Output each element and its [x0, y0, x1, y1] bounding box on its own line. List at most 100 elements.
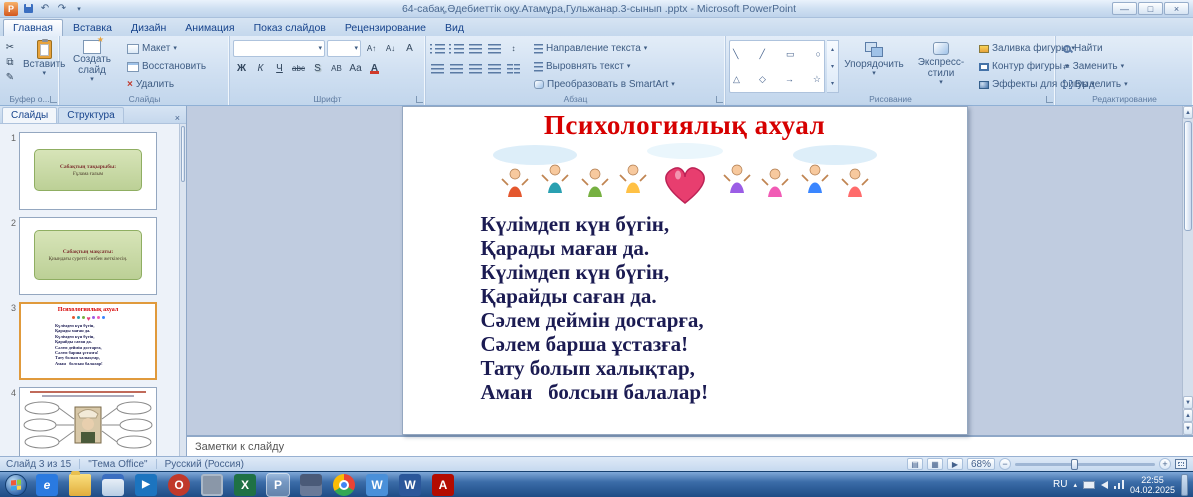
powerpoint-taskbar-icon[interactable]: P	[267, 474, 289, 496]
grow-font-button[interactable]: А↑	[363, 40, 380, 57]
undo-icon[interactable]: ↶	[38, 2, 52, 16]
strikethrough-button[interactable]: abc	[290, 60, 307, 77]
shape-line-icon[interactable]: ╲	[733, 49, 738, 59]
slide[interactable]: Психологиялық ахуал	[402, 106, 968, 435]
save-icon[interactable]	[21, 2, 35, 16]
notes-pane[interactable]: Заметки к слайду	[187, 435, 1193, 456]
font-name-combo[interactable]: ▾	[233, 40, 325, 57]
normal-view-icon[interactable]: ▤	[907, 458, 923, 470]
tab-slides[interactable]: Слайды	[2, 107, 57, 123]
gallery-more-icon[interactable]: ▾	[827, 75, 838, 92]
gallery-up-icon[interactable]: ▴	[827, 41, 838, 58]
shape-arrow-icon[interactable]: →	[785, 74, 794, 84]
tab-outline[interactable]: Структура	[58, 107, 123, 123]
window-app-icon[interactable]	[102, 474, 124, 496]
panel-scrollbar[interactable]	[179, 124, 186, 456]
show-desktop-button[interactable]	[1181, 474, 1188, 496]
font-dialog-launcher-icon[interactable]	[416, 96, 423, 103]
tab-design[interactable]: Дизайн	[122, 20, 175, 36]
shape-triangle-icon[interactable]: △	[733, 74, 740, 84]
shape-line2-icon[interactable]: ╱	[759, 49, 764, 59]
shape-diamond-icon[interactable]: ◇	[759, 74, 766, 84]
acrobat-icon[interactable]: A	[432, 474, 454, 496]
zoom-level[interactable]: 68%	[967, 458, 995, 470]
copy-button[interactable]: ⧉	[3, 55, 17, 69]
app-icon[interactable]	[201, 474, 223, 496]
tab-home[interactable]: Главная	[3, 19, 63, 36]
font-color-button[interactable]: А	[366, 60, 383, 77]
volume-icon[interactable]	[1101, 481, 1108, 489]
language-indicator[interactable]: Русский (Россия)	[165, 459, 244, 470]
clipboard-dialog-launcher-icon[interactable]	[50, 96, 57, 103]
tab-animation[interactable]: Анимация	[176, 20, 243, 36]
shrink-font-button[interactable]: А↓	[382, 40, 399, 57]
tab-insert[interactable]: Вставка	[64, 20, 121, 36]
align-left-button[interactable]	[429, 60, 446, 77]
font-size-combo[interactable]: ▾	[327, 40, 361, 57]
reset-slide-button[interactable]: Восстановить	[123, 58, 210, 75]
start-button[interactable]	[5, 474, 27, 496]
shapes-gallery[interactable]: ╲ ╱ ▭ ○ △ ◇ → ☆	[729, 40, 825, 93]
thumbnail-canvas[interactable]: Сабақтың тақырыбы: Ғұлама ғалым	[19, 132, 157, 210]
shape-ellipse-icon[interactable]: ○	[816, 49, 821, 59]
clock[interactable]: 22:55 04.02.2025	[1130, 475, 1175, 495]
slide-thumbnail-3-selected[interactable]: 3 Психологиялық ахуал ♥ Күлімдеп күн бүг…	[4, 302, 177, 380]
shape-rectangle-icon[interactable]: ▭	[786, 49, 795, 59]
powerpoint-logo-icon[interactable]: P	[4, 2, 18, 16]
cut-button[interactable]: ✂	[3, 40, 17, 54]
layout-button[interactable]: Макет ▾	[123, 40, 210, 57]
redo-icon[interactable]: ↷	[55, 2, 69, 16]
align-right-button[interactable]	[467, 60, 484, 77]
paragraph-dialog-launcher-icon[interactable]	[716, 96, 723, 103]
shape-star-icon[interactable]: ☆	[813, 74, 821, 84]
scroll-down-icon[interactable]: ▼	[1183, 396, 1193, 409]
qat-customize-chevron-icon[interactable]: ▾	[72, 2, 86, 16]
tab-review[interactable]: Рецензирование	[336, 20, 435, 36]
zoom-slider[interactable]	[1015, 463, 1155, 466]
quick-styles-button[interactable]: Экспресс-стили ▾	[909, 40, 973, 93]
language-badge[interactable]: RU	[1053, 479, 1067, 490]
numbering-button[interactable]	[448, 40, 465, 57]
panel-scrollbar-thumb[interactable]	[181, 126, 185, 182]
zoom-slider-thumb[interactable]	[1071, 459, 1078, 470]
word-icon[interactable]: W	[399, 474, 421, 496]
panel-close-icon[interactable]: ×	[171, 113, 184, 123]
underline-button[interactable]: Ч	[271, 60, 288, 77]
close-button[interactable]: ×	[1164, 2, 1189, 15]
tab-slideshow[interactable]: Показ слайдов	[245, 20, 335, 36]
excel-icon[interactable]: X	[234, 474, 256, 496]
keyboard-tray-icon[interactable]	[1083, 481, 1095, 489]
slide-sorter-view-icon[interactable]: ▦	[927, 458, 943, 470]
chrome-icon[interactable]	[333, 474, 355, 496]
text-direction-button[interactable]: Направление текста ▾	[530, 40, 679, 57]
columns-button[interactable]	[505, 60, 522, 77]
line-spacing-button[interactable]: ↕	[505, 40, 522, 57]
convert-to-smartart-button[interactable]: Преобразовать в SmartArt ▾	[530, 76, 679, 93]
file-explorer-icon[interactable]	[69, 474, 91, 496]
slide-title[interactable]: Психологиялық ахуал	[403, 110, 967, 141]
media-player-icon[interactable]: ▶	[135, 474, 157, 496]
new-slide-button[interactable]: Создать слайд ▾	[63, 38, 121, 93]
slideshow-view-icon[interactable]: ▶	[947, 458, 963, 470]
network-icon[interactable]	[1114, 480, 1124, 489]
select-button[interactable]: Выделить ▾	[1059, 76, 1190, 93]
delete-slide-button[interactable]: × Удалить	[123, 76, 210, 93]
tab-view[interactable]: Вид	[436, 20, 473, 36]
next-slide-icon[interactable]: ▼	[1183, 422, 1193, 435]
previous-slide-icon[interactable]: ▲	[1183, 409, 1193, 422]
fit-to-window-icon[interactable]	[1175, 459, 1187, 469]
opera-icon[interactable]: O	[168, 474, 190, 496]
justify-button[interactable]	[486, 60, 503, 77]
shapes-gallery-scroll[interactable]: ▴ ▾ ▾	[827, 40, 839, 93]
tray-expand-icon[interactable]: ▴	[1073, 481, 1077, 489]
arrange-button[interactable]: Упорядочить ▾	[841, 40, 907, 93]
slide-poem[interactable]: Күлімдеп күн бүгін, Қарады маған да. Күл…	[403, 212, 967, 404]
gallery-down-icon[interactable]: ▾	[827, 58, 838, 75]
replace-button[interactable]: ⇄ Заменить ▾	[1059, 58, 1190, 75]
bold-button[interactable]: Ж	[233, 60, 250, 77]
increase-indent-button[interactable]	[486, 40, 503, 57]
calculator-icon[interactable]	[300, 474, 322, 496]
writer-app-icon[interactable]: W	[366, 474, 388, 496]
vertical-scrollbar[interactable]: ▲ ▼ ▲ ▼	[1182, 106, 1193, 435]
thumbnail-canvas[interactable]	[19, 387, 157, 456]
